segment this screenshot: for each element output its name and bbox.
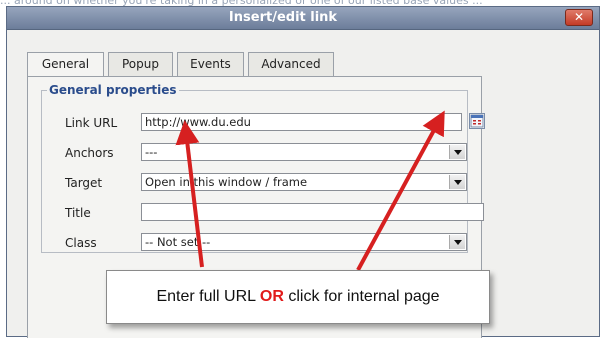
instruction-callout: Enter full URL OR click for internal pag… bbox=[106, 270, 490, 324]
callout-text-after: click for internal page bbox=[283, 288, 440, 305]
arrow-to-link-url bbox=[175, 120, 204, 268]
callout-text-before: Enter full URL bbox=[156, 288, 260, 305]
callout-or: OR bbox=[259, 288, 284, 305]
arrow-to-browse-icon bbox=[356, 110, 445, 271]
